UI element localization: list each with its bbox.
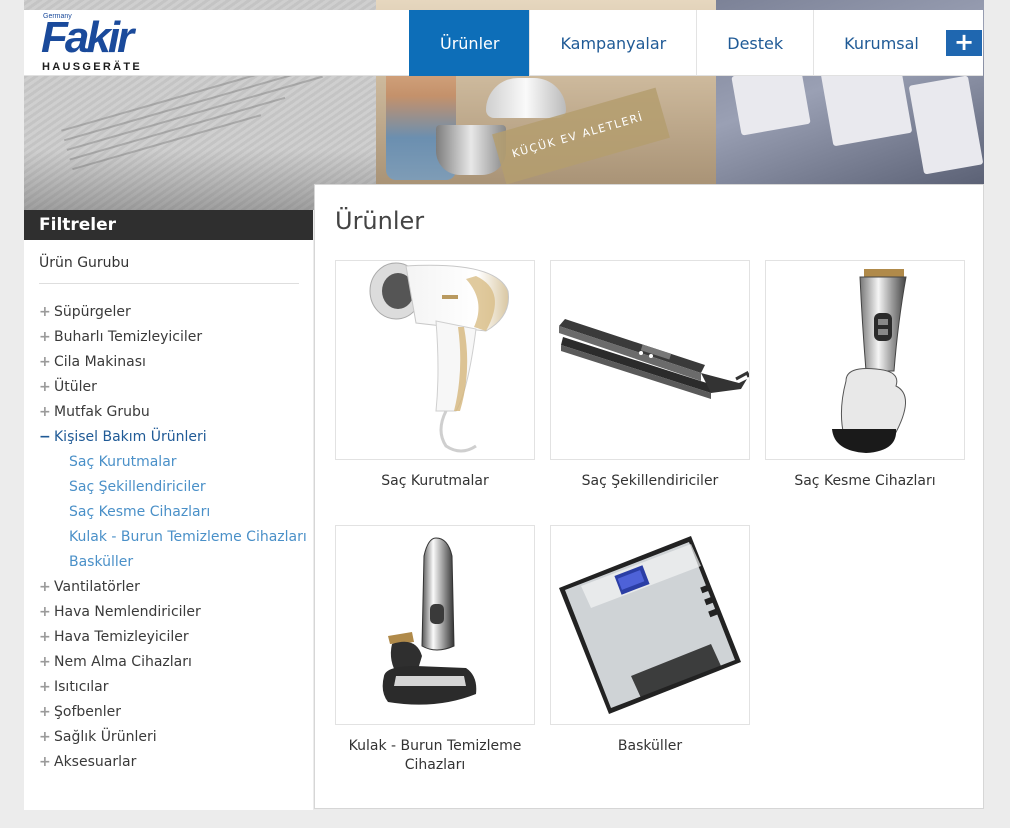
nav-item-destek[interactable]: Destek	[696, 10, 813, 76]
filter-group-label: Ürün Gurubu	[39, 240, 299, 284]
plus-icon: +	[39, 328, 51, 345]
logo-wordmark: Fakir	[41, 13, 134, 62]
hair-straightener-image[interactable]	[550, 260, 750, 460]
filter-item-sofbenler[interactable]: + Şofbenler	[24, 699, 313, 724]
plus-icon: +	[39, 603, 51, 620]
plus-icon: +	[39, 728, 51, 745]
subfilter-sac-sekillendiriciler[interactable]: Saç Şekillendiriciler	[24, 474, 313, 499]
product-card-sac-kurutmalar[interactable]: Saç Kurutmalar	[335, 260, 535, 491]
filters-sidebar: Filtreler Ürün Gurubu + Süpürgeler + Buhar…	[24, 210, 313, 810]
product-card-kulak-burun[interactable]: Kulak - Burun Temizleme Cihazları	[335, 525, 535, 775]
product-label[interactable]: Basküller	[550, 737, 750, 756]
filter-item-buharli-temizleyiciler[interactable]: + Buharlı Temizleyiciler	[24, 324, 313, 349]
filter-item-cila-makinasi[interactable]: + Cila Makinası	[24, 349, 313, 374]
plus-icon: +	[39, 753, 51, 770]
hair-clipper-image[interactable]	[765, 260, 965, 460]
product-label[interactable]: Saç Kurutmalar	[335, 472, 535, 491]
filter-item-aksesuarlar[interactable]: + Aksesuarlar	[24, 749, 313, 774]
filter-item-isiticilar[interactable]: + Isıtıcılar	[24, 674, 313, 699]
subfilter-kulak-burun[interactable]: Kulak - Burun Temizleme Cihazları	[24, 524, 313, 549]
product-label[interactable]: Saç Şekillendiriciler	[550, 472, 750, 491]
filter-item-kisisel-bakim[interactable]: − Kişisel Bakım Ürünleri	[24, 424, 313, 449]
plus-icon: +	[39, 303, 51, 320]
product-card-sac-sekillendiriciler[interactable]: Saç Şekillendiriciler	[550, 260, 750, 491]
fakir-logo[interactable]: Germany Fakir HAUSGERÄTE	[41, 10, 181, 76]
product-label[interactable]: Kulak - Burun Temizleme Cihazları	[335, 737, 535, 775]
filter-item-nem-alma[interactable]: + Nem Alma Cihazları	[24, 649, 313, 674]
filter-item-hava-temizleyiciler[interactable]: + Hava Temizleyiciler	[24, 624, 313, 649]
plus-icon: +	[39, 653, 51, 670]
plus-icon: +	[39, 628, 51, 645]
subfilter-sac-kurutmalar[interactable]: Saç Kurutmalar	[24, 449, 313, 474]
minus-icon: −	[39, 428, 51, 445]
plus-icon: +	[39, 703, 51, 720]
product-card-baskuller[interactable]: Basküller	[550, 525, 750, 756]
hair-dryer-image[interactable]	[335, 260, 535, 460]
filter-list: + Süpürgeler + Buharlı Temizleyiciler + Cil…	[24, 284, 313, 774]
product-label[interactable]: Saç Kesme Cihazları	[765, 472, 965, 491]
bathroom-scale-image[interactable]	[550, 525, 750, 725]
plus-icon: +	[39, 578, 51, 595]
plus-icon: +	[39, 403, 51, 420]
product-card-sac-kesme[interactable]: Saç Kesme Cihazları	[765, 260, 965, 491]
nav-item-urunler[interactable]: Ürünler	[409, 10, 530, 76]
subfilter-baskuller[interactable]: Basküller	[24, 549, 313, 574]
sidebar-title: Filtreler	[24, 210, 313, 240]
filter-item-utuler[interactable]: + Ütüler	[24, 374, 313, 399]
filter-item-mutfak-grubu[interactable]: + Mutfak Grubu	[24, 399, 313, 424]
nav-item-kampanyalar[interactable]: Kampanyalar	[529, 10, 696, 76]
plus-icon: +	[39, 353, 51, 370]
main-nav: Ürünler Kampanyalar Destek Kurumsal	[409, 10, 949, 76]
filter-item-saglik-urunleri[interactable]: + Sağlık Ürünleri	[24, 724, 313, 749]
hero-bowl	[486, 78, 566, 118]
page-title: Ürünler	[335, 207, 425, 235]
products-panel: Ürünler Saç Kurutmalar Saç Şekillendiric…	[314, 184, 984, 809]
nav-item-kurumsal[interactable]: Kurumsal	[813, 10, 949, 76]
site-header: Germany Fakir HAUSGERÄTE Ürünler Kampany…	[24, 10, 983, 76]
nose-trimmer-image[interactable]	[335, 525, 535, 725]
plus-icon: +	[39, 378, 51, 395]
filter-item-vantilatorler[interactable]: + Vantilatörler	[24, 574, 313, 599]
plus-icon: +	[39, 678, 51, 695]
subfilter-sac-kesme[interactable]: Saç Kesme Cihazları	[24, 499, 313, 524]
plus-icon[interactable]: +	[946, 30, 982, 56]
filter-item-hava-nemlendiriciler[interactable]: + Hava Nemlendiriciler	[24, 599, 313, 624]
logo-tagline: HAUSGERÄTE	[42, 61, 143, 73]
filter-item-supurgeler[interactable]: + Süpürgeler	[24, 299, 313, 324]
